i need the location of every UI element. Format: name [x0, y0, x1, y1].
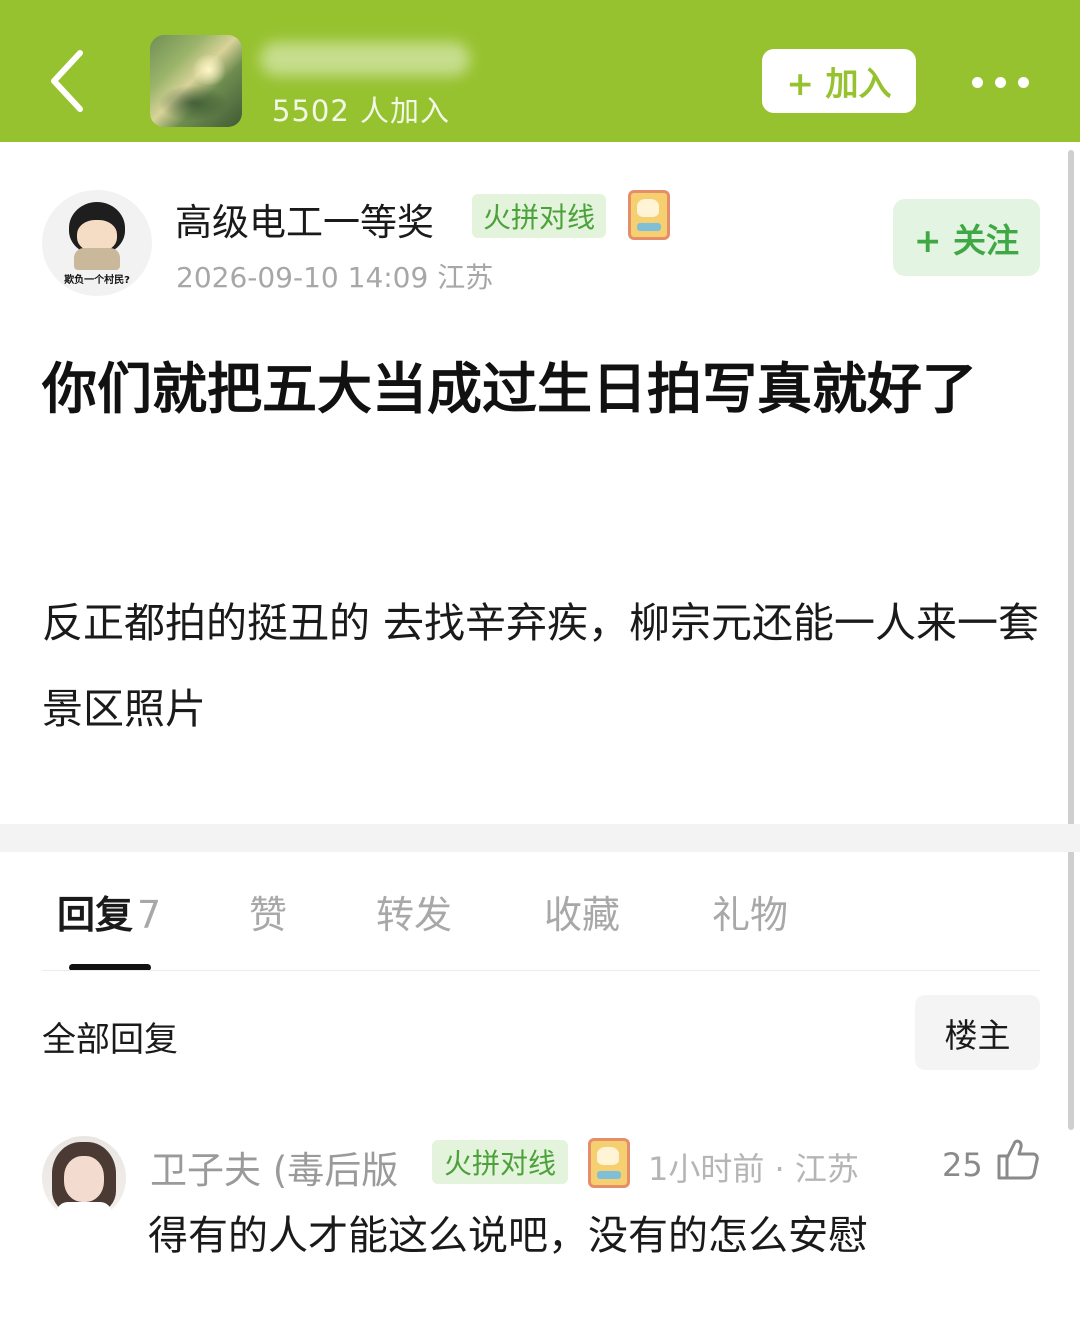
post-title: 你们就把五大当成过生日拍写真就好了 — [42, 357, 978, 421]
tabs-divider — [42, 970, 1040, 971]
cat-badge-icon — [628, 190, 670, 240]
cat-badge-icon — [588, 1138, 630, 1188]
follow-button[interactable]: + 关注 — [893, 199, 1040, 276]
back-button[interactable] — [36, 46, 96, 116]
scrollbar[interactable] — [1068, 150, 1074, 1130]
avatar-caption: 欺负一个村民? — [64, 275, 130, 286]
thumbs-up-icon[interactable] — [995, 1136, 1041, 1182]
author-avatar[interactable]: 欺负一个村民? — [42, 190, 152, 296]
tab-reply-label: 回复 — [57, 893, 134, 937]
comment-text: 得有的人才能这么说吧，没有的怎么安慰 — [148, 1213, 868, 1259]
tab-gift[interactable]: 礼物 — [712, 884, 788, 939]
comment-like-count: 25 — [942, 1146, 983, 1184]
commenter-tag: 火拼对线 — [432, 1140, 568, 1184]
comment-time-location: 1小时前 · 江苏 — [648, 1150, 859, 1188]
chevron-left-icon — [51, 50, 83, 112]
tab-reply[interactable]: 回复 7 — [57, 884, 161, 939]
join-group-button[interactable]: + 加入 — [762, 49, 916, 113]
tab-collect[interactable]: 收藏 — [544, 884, 620, 939]
top-bar: 5502 人加入 + 加入 — [0, 0, 1080, 142]
tab-forward[interactable]: 转发 — [376, 884, 452, 939]
commenter-avatar[interactable] — [42, 1136, 126, 1220]
post-body: 反正都拍的挺丑的 去找辛弃疾，柳宗元还能一人来一套景区照片 — [42, 599, 1040, 733]
owner-only-filter-button[interactable]: 楼主 — [915, 995, 1040, 1070]
all-replies-heading: 全部回复 — [42, 1020, 178, 1060]
commenter-name[interactable]: 卫子夫 (毒后版 — [150, 1140, 398, 1194]
tab-reply-count: 7 — [137, 893, 162, 937]
group-avatar[interactable] — [150, 35, 242, 127]
section-divider — [0, 824, 1080, 852]
more-dots-icon[interactable] — [960, 62, 1040, 102]
group-name-blurred — [260, 42, 470, 76]
author-name[interactable]: 高级电工一等奖 — [175, 192, 434, 246]
author-tag: 火拼对线 — [472, 194, 606, 238]
group-member-count: 5502 人加入 — [272, 94, 451, 128]
tab-like[interactable]: 赞 — [249, 884, 287, 939]
post-timestamp-location: 2026-09-10 14:09 江苏 — [176, 261, 494, 294]
